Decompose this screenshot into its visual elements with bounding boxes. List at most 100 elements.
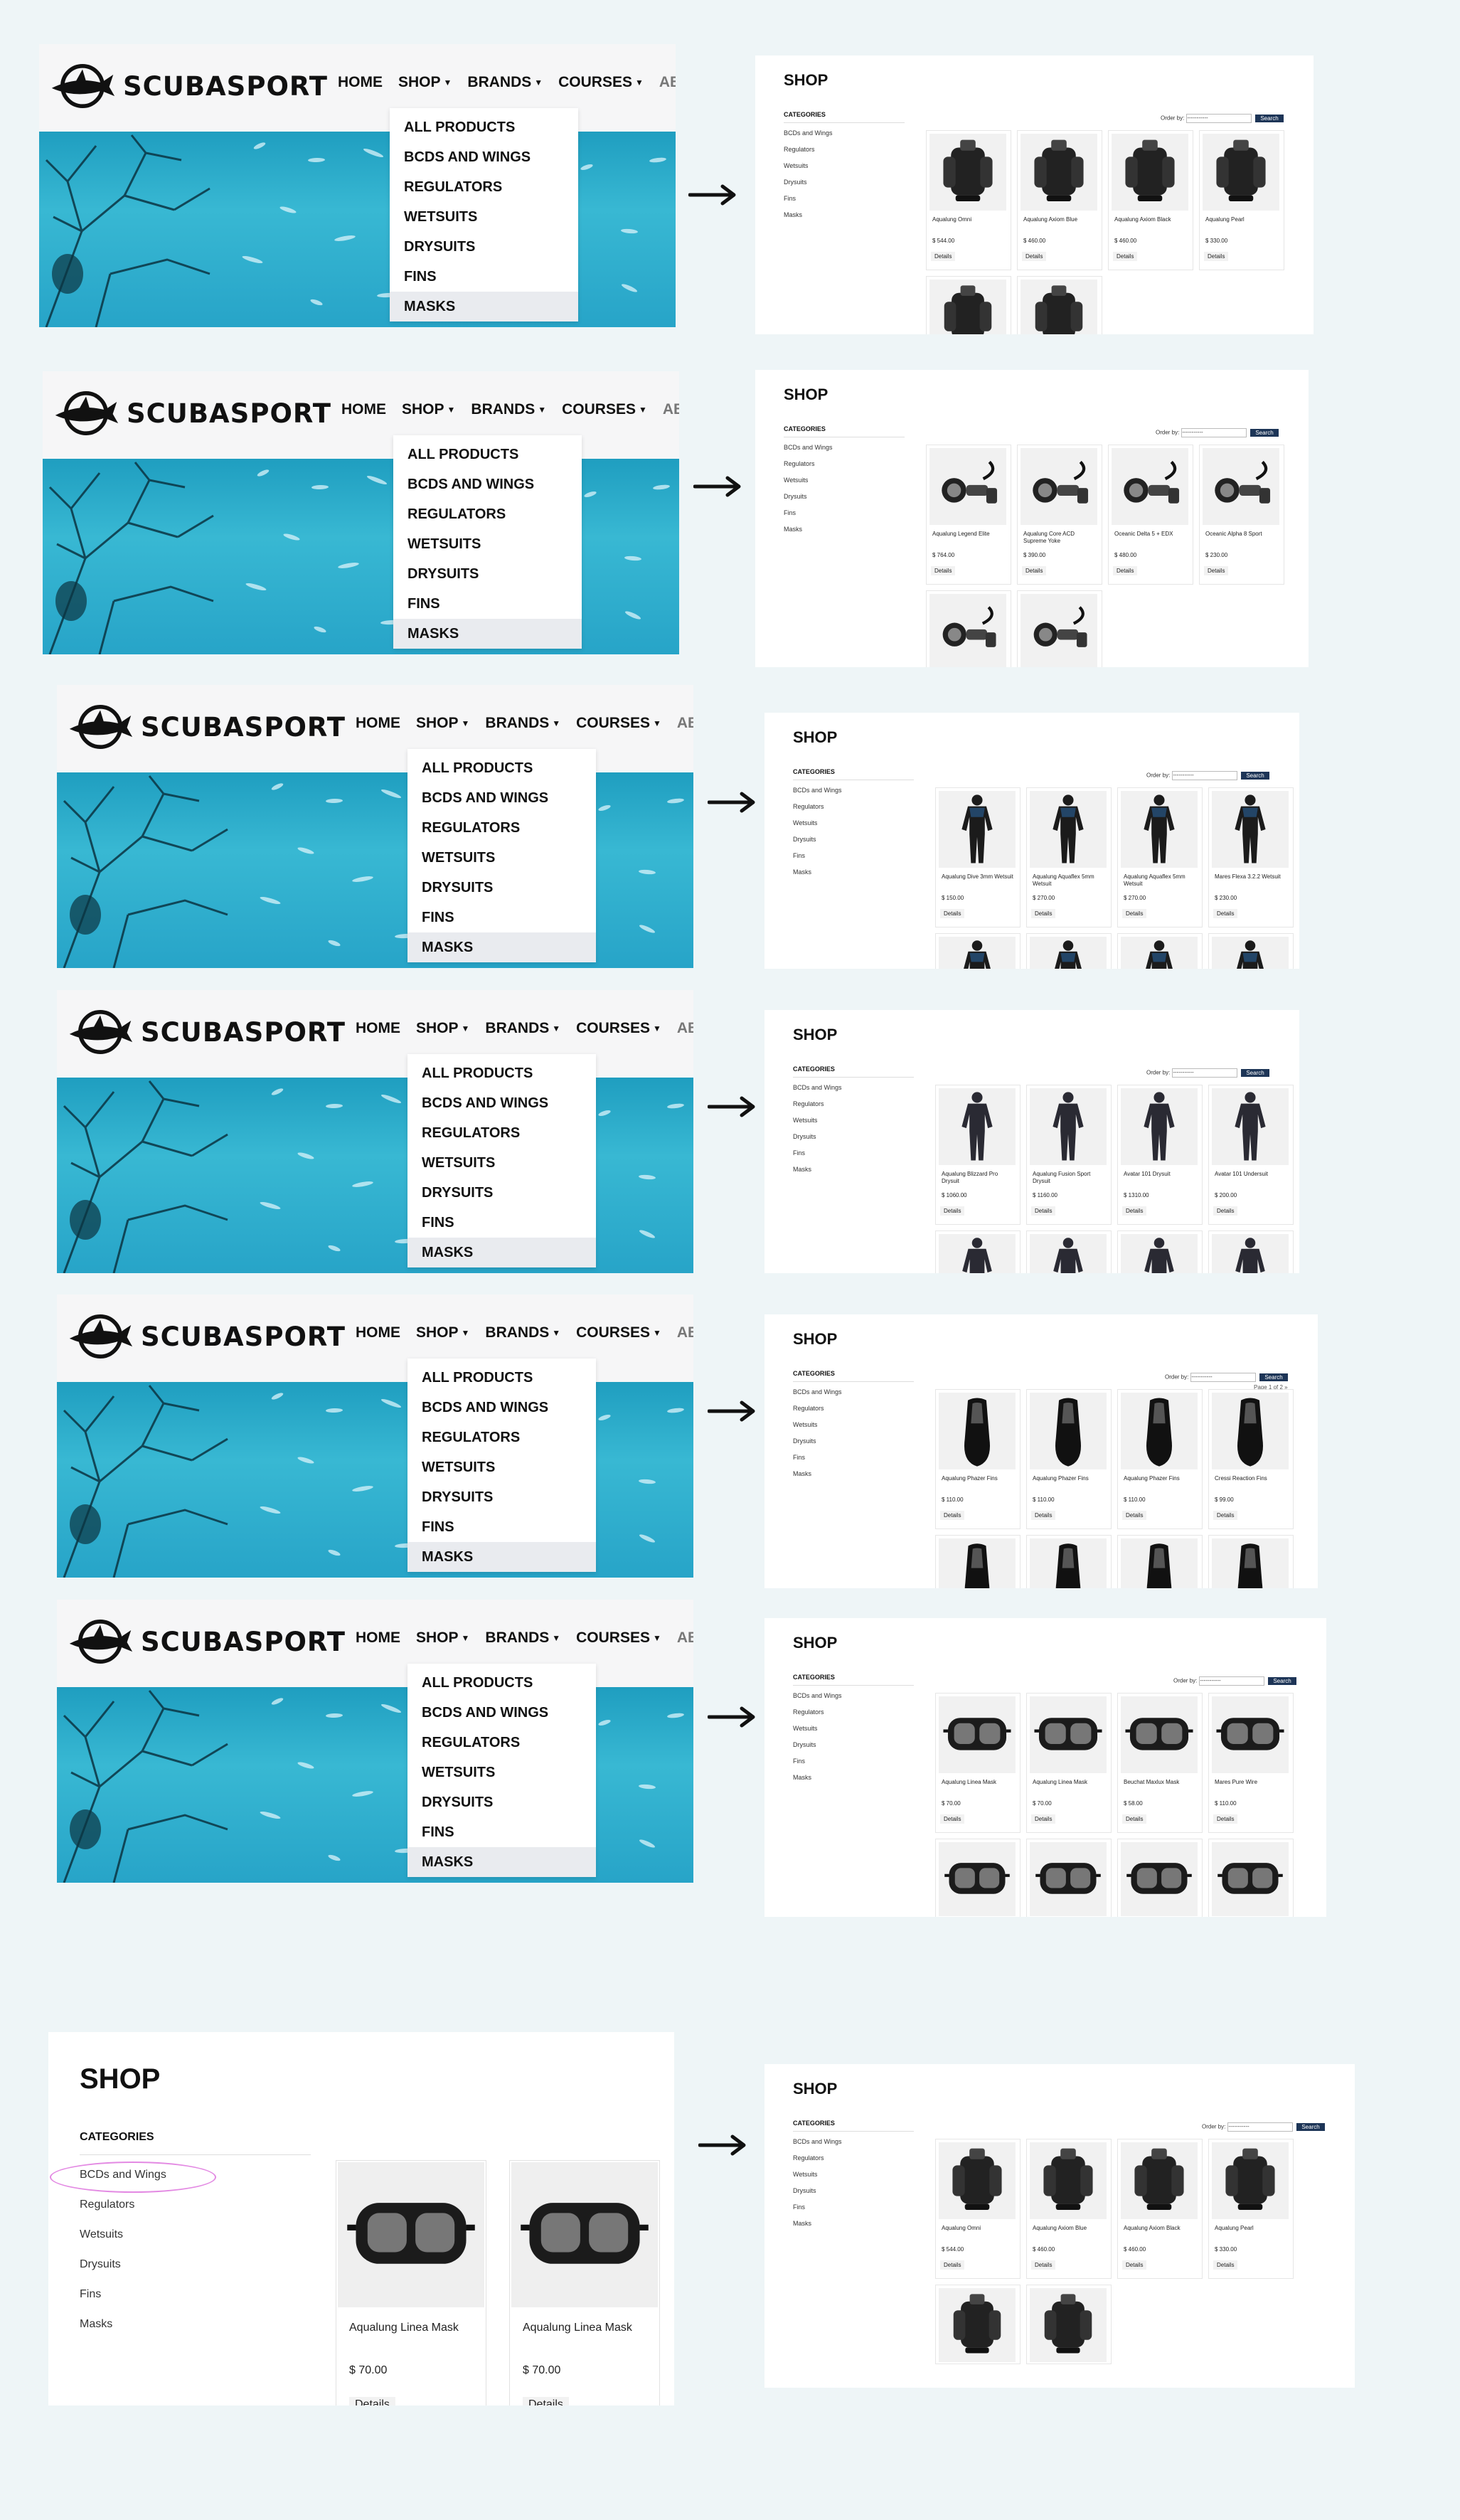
product-card[interactable] [926,590,1011,667]
nav-brands[interactable]: BRANDS ▼ [485,1324,560,1341]
product-card[interactable]: Aqualung Omni $ 544.00 Details [926,130,1011,270]
product-image[interactable] [929,134,1006,211]
nav-home[interactable]: HOME [338,74,383,91]
product-image[interactable] [1030,2142,1107,2219]
details-button[interactable]: Details [1031,1814,1056,1824]
dropdown-item[interactable]: WETSUITS [393,529,582,559]
product-card[interactable] [1117,933,1203,969]
search-button[interactable]: Search [1250,429,1279,437]
product-image[interactable] [939,1393,1016,1469]
product-card[interactable]: Aqualung Linea Mask $ 70.00 Details [935,1693,1021,1833]
product-name[interactable]: Aqualung Legend Elite [932,531,1006,538]
dropdown-item[interactable]: ALL PRODUCTS [407,1668,596,1698]
details-button[interactable]: Details [1213,909,1238,918]
product-image[interactable] [1212,1696,1289,1773]
nav-shop[interactable]: SHOP ▼ [398,74,452,91]
details-button[interactable]: Details [1213,1206,1238,1216]
product-image[interactable] [1121,1696,1198,1773]
nav-home[interactable]: HOME [356,715,400,732]
category-link[interactable]: Wetsuits [784,477,808,484]
order-by-select[interactable]: ----------- [1199,1676,1265,1686]
search-button[interactable]: Search [1268,1677,1296,1685]
product-image[interactable] [1112,448,1188,525]
product-card[interactable]: Mares Pure Wire $ 110.00 Details [1208,1693,1294,1833]
dropdown-item[interactable]: BCDS AND WINGS [390,142,578,172]
category-link[interactable]: Fins [784,195,796,202]
product-card[interactable] [935,1230,1021,1273]
category-link[interactable]: BCDs and Wings [793,1692,842,1699]
dropdown-item[interactable]: WETSUITS [407,1758,596,1787]
product-image[interactable] [1021,448,1097,525]
details-button[interactable]: Details [940,2260,965,2270]
category-link[interactable]: Fins [793,1454,805,1461]
search-button[interactable]: Search [1241,772,1269,780]
product-image[interactable] [1112,134,1188,211]
details-button[interactable]: Details [931,566,956,575]
details-button[interactable]: Details [1022,566,1047,575]
nav-courses[interactable]: COURSES ▼ [576,1324,661,1341]
category-link[interactable]: Wetsuits [793,1117,817,1124]
category-link[interactable]: BCDs and Wings [793,1388,842,1395]
dropdown-item[interactable]: WETSUITS [407,1148,596,1178]
category-link[interactable]: Drysuits [784,179,807,186]
product-image[interactable] [1212,791,1289,868]
product-card[interactable]: Oceanic Delta 5 + EDX $ 480.00 Details [1108,445,1193,585]
dropdown-item[interactable]: WETSUITS [407,843,596,873]
product-card[interactable]: Aqualung Legend Elite $ 764.00 Details [926,445,1011,585]
scubasport-logo[interactable]: SCUBASPORT [49,63,328,110]
product-card[interactable]: Aqualung Aquaflex 5mm Wetsuit $ 270.00 Det… [1026,787,1112,927]
product-image[interactable] [1030,1088,1107,1165]
product-card[interactable] [1026,2285,1112,2364]
details-button[interactable]: Details [1122,2260,1147,2270]
nav-shop[interactable]: SHOP ▼ [416,715,469,732]
product-name[interactable]: Aqualung Axiom Black [1124,2225,1198,2232]
product-image[interactable] [1021,280,1097,334]
product-card[interactable] [1026,1535,1112,1588]
category-link[interactable]: Regulators [793,1100,824,1107]
details-button[interactable]: Details [1022,252,1047,261]
product-name[interactable]: Aqualung Phazer Fins [942,1475,1016,1482]
search-button[interactable]: Search [1296,2123,1325,2131]
product-image[interactable] [939,1842,1016,1916]
nav-courses[interactable]: COURSES ▼ [576,1020,661,1037]
dropdown-item[interactable]: FINS [390,262,578,292]
product-image[interactable] [1212,1393,1289,1469]
order-by-select[interactable]: ----------- [1190,1373,1257,1382]
nav-courses[interactable]: COURSES ▼ [562,401,647,418]
category-link[interactable]: Masks [793,1470,811,1477]
dropdown-item[interactable]: BCDS AND WINGS [407,783,596,813]
nav-brands[interactable]: BRANDS ▼ [485,1020,560,1037]
product-image[interactable] [1121,791,1198,868]
product-image[interactable] [511,2162,658,2307]
product-image[interactable] [1121,1393,1198,1469]
category-link[interactable]: Masks [793,868,811,876]
nav-about[interactable]: ABOU [677,715,693,732]
category-link[interactable]: Masks [784,211,802,218]
details-button[interactable]: Details [940,909,965,918]
dropdown-item[interactable]: REGULATORS [407,1423,596,1452]
product-card[interactable]: Aqualung Phazer Fins $ 110.00 Details [1117,1389,1203,1529]
product-image[interactable] [1030,2288,1107,2362]
details-button[interactable]: Details [523,2397,569,2405]
category-link[interactable]: BCDs and Wings [793,2138,842,2145]
category-link[interactable]: Drysuits [793,2187,816,2194]
product-name[interactable]: Avatar 101 Undersuit [1215,1171,1289,1178]
dropdown-item[interactable]: WETSUITS [407,1452,596,1482]
category-link[interactable]: Fins [784,509,796,516]
product-name[interactable]: Aqualung Axiom Blue [1023,216,1097,223]
nav-home[interactable]: HOME [356,1324,400,1341]
order-by-select[interactable]: ----------- [1172,1068,1238,1078]
product-card[interactable]: Aqualung Core ACD Supreme Yoke $ 390.00 De… [1017,445,1102,585]
category-link[interactable]: Regulators [80,2199,134,2211]
dropdown-item[interactable]: FINS [407,1208,596,1238]
product-card[interactable] [1117,1535,1203,1588]
product-name[interactable]: Aqualung Axiom Blue [1033,2225,1107,2232]
category-link[interactable]: BCDs and Wings [793,787,842,794]
product-image[interactable] [1030,937,1107,969]
details-button[interactable]: Details [1122,1206,1147,1216]
product-name[interactable]: Cressi Reaction Fins [1215,1475,1289,1482]
product-image[interactable] [939,791,1016,868]
product-name[interactable]: Mares Pure Wire [1215,1779,1289,1786]
details-button[interactable]: Details [349,2397,395,2405]
nav-brands[interactable]: BRANDS ▼ [471,401,546,418]
